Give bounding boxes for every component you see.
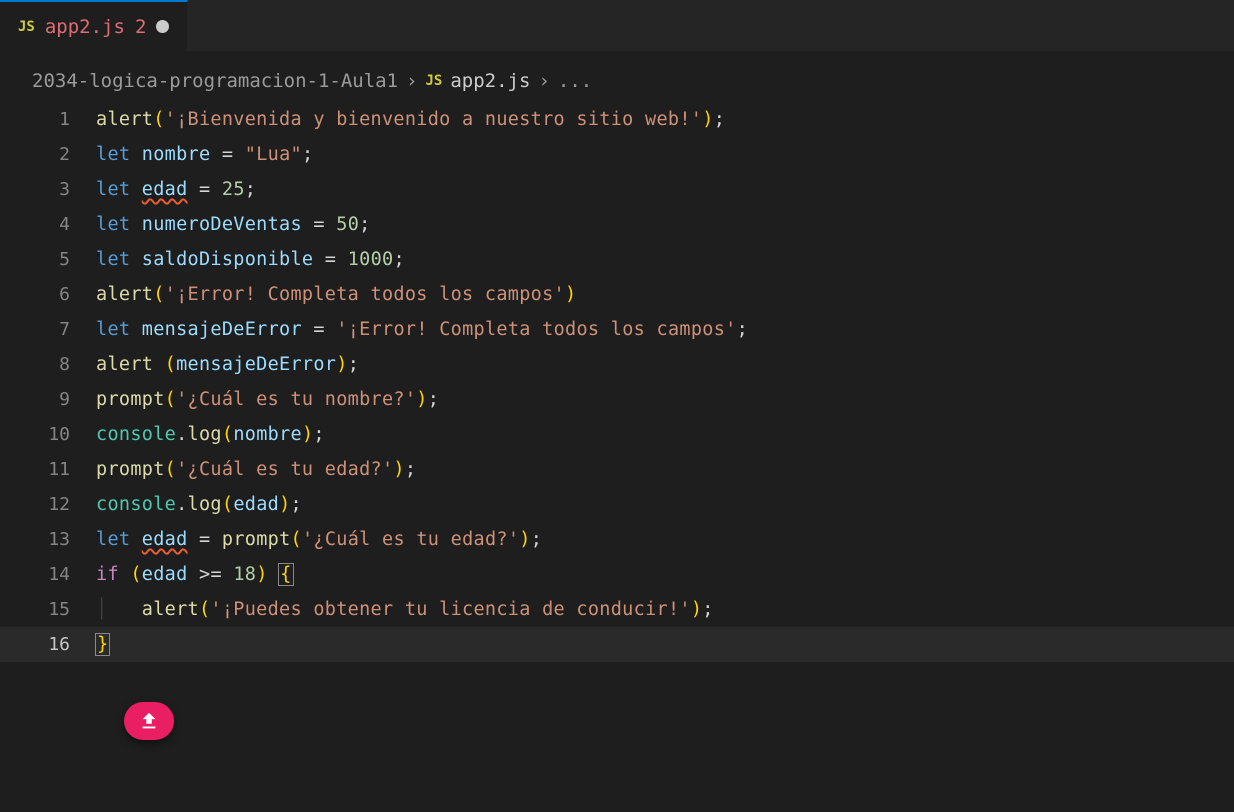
- code-line[interactable]: 2 let nombre = "Lua";: [0, 137, 1234, 172]
- code-line[interactable]: 4 let numeroDeVentas = 50;: [0, 207, 1234, 242]
- breadcrumb-folder[interactable]: 2034-logica-programacion-1-Aula1: [32, 70, 398, 92]
- line-number: 6: [0, 284, 96, 305]
- code-editor[interactable]: 1 alert('¡Bienvenida y bienvenido a nues…: [0, 102, 1234, 662]
- line-number: 12: [0, 494, 96, 515]
- editor-tab[interactable]: JS app2.js 2: [0, 0, 188, 51]
- breadcrumb[interactable]: 2034-logica-programacion-1-Aula1 › JS ap…: [0, 52, 1234, 102]
- code-line[interactable]: 12 console.log(edad);: [0, 487, 1234, 522]
- line-number: 4: [0, 214, 96, 235]
- tab-filename: app2.js: [45, 16, 125, 38]
- code-line[interactable]: 13 let edad = prompt('¿Cuál es tu edad?'…: [0, 522, 1234, 557]
- code-line[interactable]: 10 console.log(nombre);: [0, 417, 1234, 452]
- breadcrumb-symbol[interactable]: ...: [558, 70, 592, 92]
- code-line[interactable]: 8 alert (mensajeDeError);: [0, 347, 1234, 382]
- code-line[interactable]: 11 prompt('¿Cuál es tu edad?');: [0, 452, 1234, 487]
- line-number: 15: [0, 599, 96, 620]
- line-number: 5: [0, 249, 96, 270]
- code-line[interactable]: 7 let mensajeDeError = '¡Error! Completa…: [0, 312, 1234, 347]
- code-line[interactable]: 15 │ alert('¡Puedes obtener tu licencia …: [0, 592, 1234, 627]
- breadcrumb-file[interactable]: app2.js: [450, 70, 530, 92]
- line-number: 2: [0, 144, 96, 165]
- line-number: 14: [0, 564, 96, 585]
- code-line[interactable]: 16 }: [0, 627, 1234, 662]
- line-number: 13: [0, 529, 96, 550]
- line-number: 10: [0, 424, 96, 445]
- line-number: 11: [0, 459, 96, 480]
- warning-squiggle: edad: [142, 179, 188, 200]
- line-number: 7: [0, 319, 96, 340]
- code-line[interactable]: 3 let edad = 25;: [0, 172, 1234, 207]
- code-line[interactable]: 9 prompt('¿Cuál es tu nombre?');: [0, 382, 1234, 417]
- warning-squiggle: edad: [142, 529, 188, 550]
- line-number: 8: [0, 354, 96, 375]
- chevron-right-icon: ›: [406, 70, 417, 92]
- line-number: 16: [0, 634, 96, 655]
- line-number: 9: [0, 389, 96, 410]
- javascript-file-icon: JS: [18, 19, 35, 35]
- line-number: 1: [0, 109, 96, 130]
- bracket-match: }: [95, 633, 110, 656]
- chevron-right-icon: ›: [538, 70, 549, 92]
- code-line[interactable]: 6 alert('¡Error! Completa todos los camp…: [0, 277, 1234, 312]
- code-line[interactable]: 5 let saldoDisponible = 1000;: [0, 242, 1234, 277]
- unsaved-dot-icon: [156, 20, 169, 33]
- code-line[interactable]: 1 alert('¡Bienvenida y bienvenido a nues…: [0, 102, 1234, 137]
- upload-fab-button[interactable]: [124, 702, 174, 740]
- bracket-match: {: [278, 563, 293, 586]
- upload-icon: [138, 710, 160, 732]
- code-line[interactable]: 14 if (edad >= 18) {: [0, 557, 1234, 592]
- line-number: 3: [0, 179, 96, 200]
- tab-problems-badge: 2: [135, 16, 146, 38]
- tab-bar: JS app2.js 2: [0, 0, 1234, 52]
- javascript-file-icon: JS: [426, 73, 443, 89]
